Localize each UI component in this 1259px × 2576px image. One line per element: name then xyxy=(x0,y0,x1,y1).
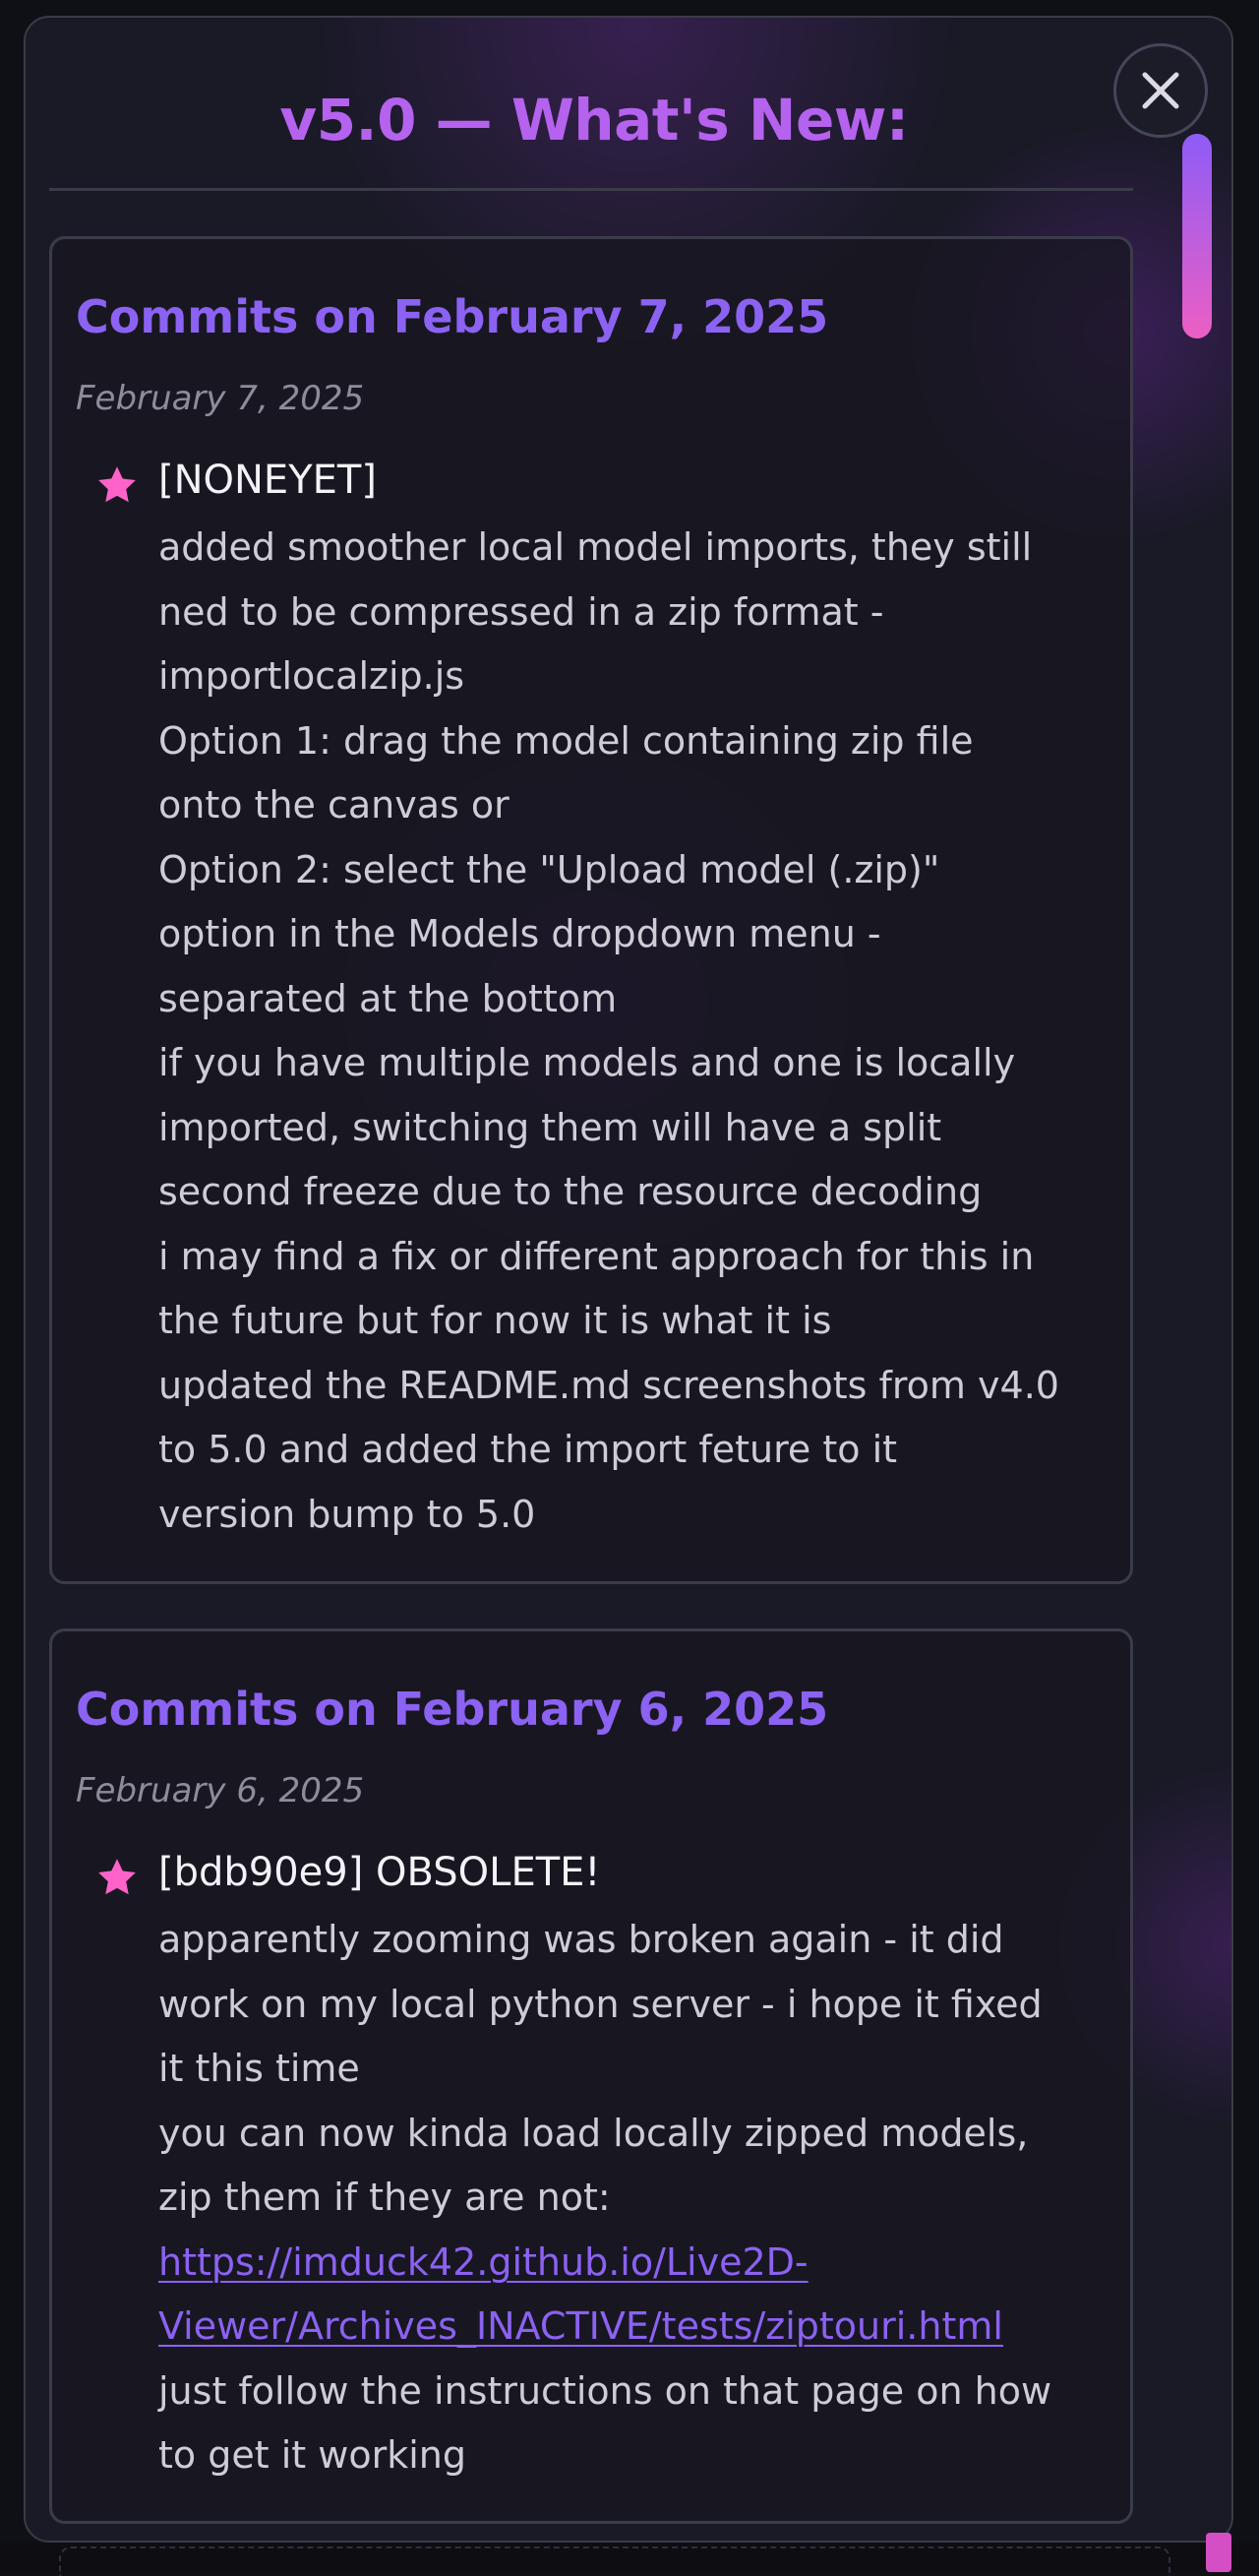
star-icon xyxy=(98,1859,136,1895)
commit-hash: [bdb90e9] OBSOLETE! xyxy=(158,1850,601,1895)
commit-line: ned to be compressed in a zip format - xyxy=(158,590,884,634)
commit-line: importlocalzip.js xyxy=(158,654,465,698)
commit-hash: [NONEYET] xyxy=(158,458,377,503)
scrollbar-thumb[interactable] xyxy=(1182,134,1212,338)
commit-line: to get it working xyxy=(158,2433,466,2477)
header-divider xyxy=(49,188,1133,191)
commit-card-title: Commits on February 7, 2025 xyxy=(76,290,829,343)
commit-card: Commits on February 6, 2025 February 6, … xyxy=(49,1628,1133,2524)
commit-line: Option 2: select the "Upload model (.zip… xyxy=(158,848,940,891)
commit-line: i may find a fix or different approach f… xyxy=(158,1235,1035,1278)
commit-card-date: February 7, 2025 xyxy=(76,379,365,418)
commit-line: added smoother local model imports, they… xyxy=(158,525,1033,569)
close-button[interactable] xyxy=(1113,43,1208,138)
commit-line: apparently zooming was broken again - it… xyxy=(158,1918,1004,1961)
page-scrollbar-thumb[interactable] xyxy=(1206,2533,1231,2572)
commit-line: imported, switching them will have a spl… xyxy=(158,1106,942,1149)
whats-new-modal: v5.0 — What's New: Commits on February 7… xyxy=(24,16,1233,2543)
commit-line: separated at the bottom xyxy=(158,977,618,1020)
ziptouri-link[interactable]: Viewer/Archives_INACTIVE/tests/ziptouri.… xyxy=(158,2307,1003,2345)
commit-line: if you have multiple models and one is l… xyxy=(158,1041,1016,1084)
commit-line: it this time xyxy=(158,2047,360,2090)
commit-card-date: February 6, 2025 xyxy=(76,1771,365,1810)
commit-card-title: Commits on February 6, 2025 xyxy=(76,1683,829,1736)
commit-line: zip them if they are not: xyxy=(158,2176,611,2219)
commit-card: Commits on February 7, 2025 February 7, … xyxy=(49,236,1133,1584)
close-icon xyxy=(1142,72,1179,109)
commit-line: onto the canvas or xyxy=(158,783,510,827)
commit-line: option in the Models dropdown menu - xyxy=(158,912,881,955)
commit-line: work on my local python server - i hope … xyxy=(158,1983,1043,2026)
modal-title: v5.0 — What's New: xyxy=(279,87,909,153)
commit-line: second freeze due to the resource decodi… xyxy=(158,1170,983,1213)
commit-line: Option 1: drag the model containing zip … xyxy=(158,719,974,763)
commit-line: updated the README.md screenshots from v… xyxy=(158,1364,1059,1407)
next-card-peek xyxy=(59,2546,1170,2576)
ziptouri-link[interactable]: https://imduck42.github.io/Live2D- xyxy=(158,2243,809,2281)
commit-line: the future but for now it is what it is xyxy=(158,1299,832,1342)
commit-line: just follow the instructions on that pag… xyxy=(158,2369,1052,2413)
commit-line: to 5.0 and added the import feture to it xyxy=(158,1428,898,1471)
commit-line: version bump to 5.0 xyxy=(158,1493,536,1536)
star-icon xyxy=(98,466,136,503)
commit-line: you can now kinda load locally zipped mo… xyxy=(158,2112,1029,2155)
